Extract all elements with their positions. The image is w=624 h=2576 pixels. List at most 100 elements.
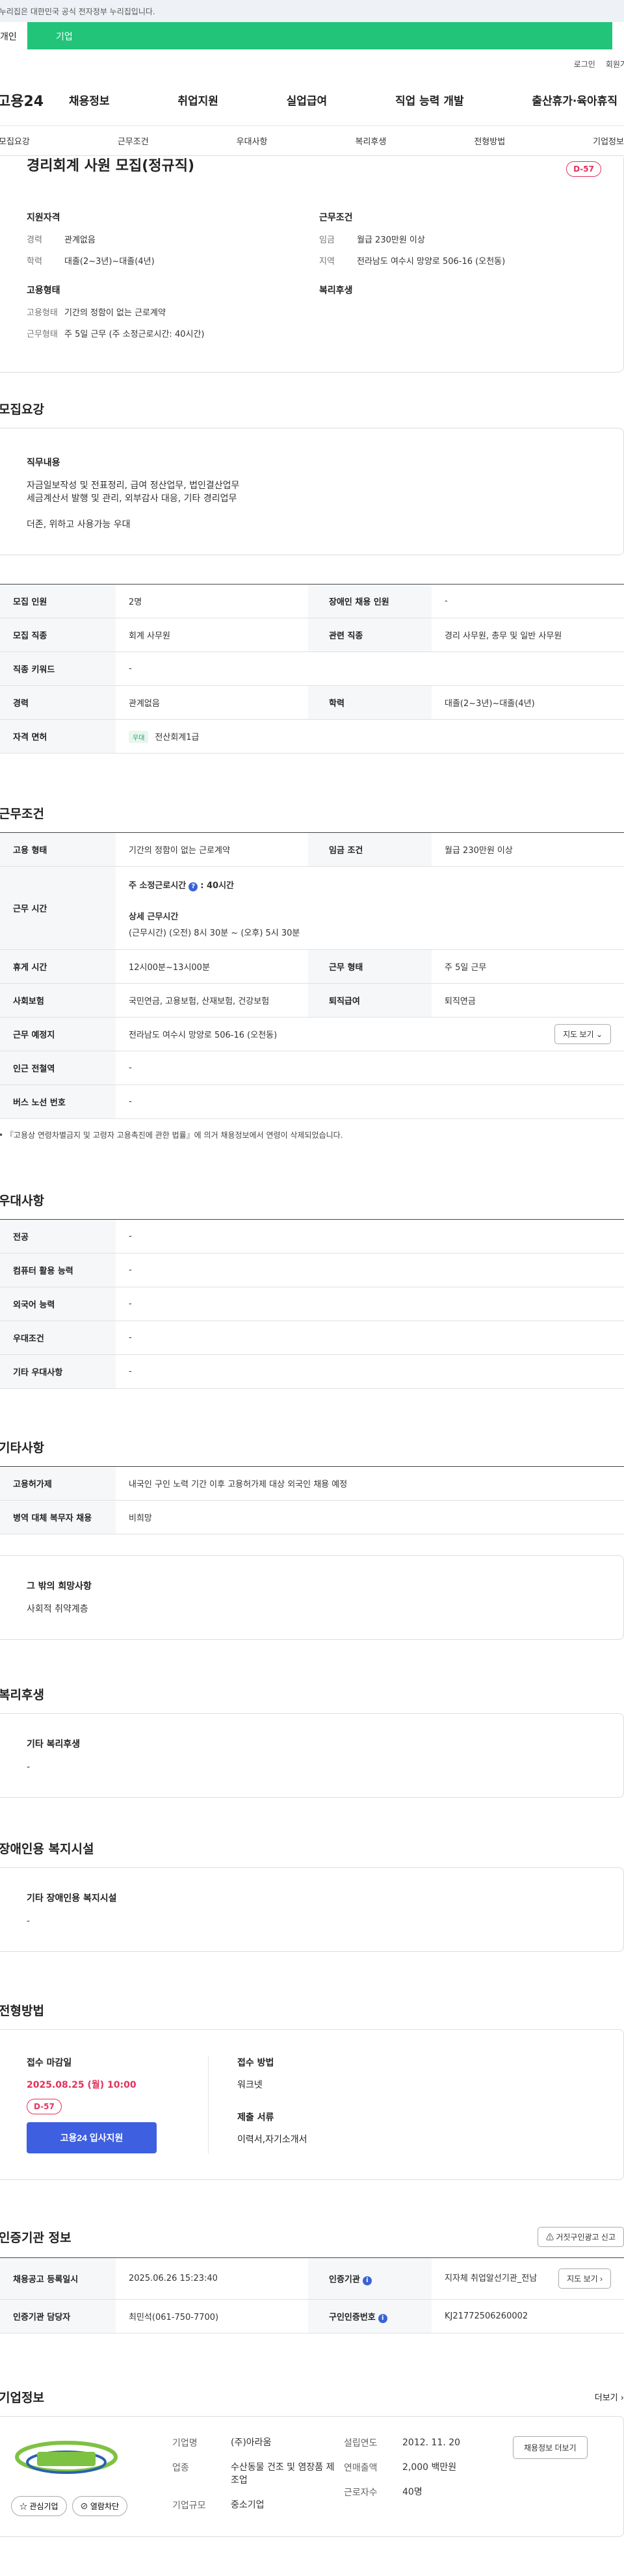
menu-jobs[interactable]: 채용정보 (69, 92, 110, 108)
subnav-welfare[interactable]: 복리후생 (355, 135, 386, 147)
weekly-hours-value: : 40시간 (200, 880, 234, 891)
other-wishes-text: 사회적 취약계층 (27, 1604, 88, 1614)
row-value: 2,000 백만원 (402, 2462, 457, 2473)
work-place-row: 전라남도 여수시 망양로 506-16 (오천동) 지도 보기 ⌄ (129, 1024, 624, 1044)
cell-value: - (116, 1084, 624, 1119)
cert-no-label: 구인인증번호 (329, 2312, 376, 2322)
menu-unemployment-benefit[interactable]: 실업급여 (287, 92, 328, 108)
section-title-recruit: 모집요강 (0, 402, 44, 417)
main-menu: 채용정보 취업지원 실업급여 직업 능력 개발 출산휴가·육아휴직 (69, 92, 624, 108)
block-view-button[interactable]: ⊘ 열람차단 (72, 2496, 128, 2516)
cell-header: 근무 예정지 (0, 1017, 116, 1051)
row-key: 업종 (172, 2463, 189, 2473)
cell-value: 12시00분~13시00분 (116, 949, 308, 984)
cell-header: 경력 (0, 685, 116, 720)
row-value: 월급 230만원 이상 (357, 235, 425, 245)
cell-value: KJ21772506260002 (432, 2299, 624, 2333)
welfare-text: - (27, 1762, 31, 1772)
cell-header: 근무 시간 (0, 866, 116, 950)
site-logo[interactable]: 고용24 (0, 90, 69, 111)
help-icon[interactable]: i (378, 2313, 387, 2323)
method-label: 접수 방법 (237, 2058, 274, 2068)
apply-button[interactable]: 고용24 입사지원 (27, 2122, 157, 2153)
detail-hours-value: (근무시간) (오전) 8시 30분 ~ (오후) 5시 30분 (129, 928, 300, 938)
cell-header: 인증기관 담당자 (0, 2299, 116, 2333)
help-icon[interactable]: ? (188, 882, 198, 891)
cell-header: 고용허가제 (0, 1466, 116, 1501)
row-value: 2012. 11. 20 (402, 2438, 461, 2448)
row-key: 고용형태 (27, 308, 58, 318)
report-fake-ad-button[interactable]: ⚠ 거짓구인광고 신고 (537, 2227, 624, 2247)
summary-row: 근무형태 주 5일 근무 (주 소정근로시간: 40시간) (27, 327, 319, 339)
cell-header: 기타 우대사항 (0, 1354, 116, 1389)
summary-row: 임금 월급 230만원 이상 (319, 233, 612, 245)
row-value: 전라남도 여수시 망양로 506-16 (오천동) (357, 257, 506, 267)
detail-hours-label: 상세 근무시간 (129, 912, 179, 922)
cell-value: - (116, 1219, 624, 1254)
menu-employment-support[interactable]: 취업지원 (177, 92, 218, 108)
apply-button-wrap: 고용24 입사지원 (27, 2122, 208, 2153)
summary-left: 지원자격 경력 관계없음 학력 대졸(2~3년)~대졸(4년) 고용형태 고용형태 기… (27, 211, 319, 356)
job-description-line: 세금계산서 발행 및 관리, 외부감사 대응, 기타 경리업무 (27, 493, 237, 504)
map-view-button[interactable]: 지도 보기 ⌄ (554, 1024, 611, 1044)
etc-table: 고용허가제 내국인 구인 노력 기간 이후 고용허가제 대상 외국인 채용 예정 … (0, 1466, 624, 1534)
row-key: 설립연도 (344, 2438, 378, 2449)
table-row: 우대조건 - (0, 1321, 624, 1355)
row-key: 기업규모 (172, 2501, 206, 2511)
chevron-right-icon: › (620, 2393, 624, 2403)
company-more-link[interactable]: 더보기 › (595, 2391, 624, 2403)
cert-map-button[interactable]: 지도 보기 › (558, 2268, 611, 2289)
table-row: 휴게 시간 12시00분~13시00분 근무 형태 주 5일 근무 (0, 949, 624, 984)
cell-header: 고용 형태 (0, 832, 116, 867)
help-icon[interactable]: i (362, 2276, 372, 2285)
welfare-heading: 기타 복리후생 (27, 1739, 81, 1750)
cert-org-cell: 지자체 취업알선기관_전남 지도 보기 › (432, 2257, 624, 2300)
section-title-cert: 인증기관 정보 (0, 2231, 72, 2245)
section-title-work: 근무조건 (0, 807, 44, 821)
subnav-selection[interactable]: 전형방법 (474, 135, 505, 147)
table-row: 인증기관 담당자 최민석(061-750-7700) 구인인증번호 i KJ217… (0, 2299, 624, 2333)
recruit-table: 모집 인원 2명 장애인 채용 인원 - 모집 직종 회계 사무원 관련 직종 … (0, 584, 624, 754)
menu-parental-leave[interactable]: 출산휴가·육아휴직 (532, 92, 618, 108)
subnav-recruit[interactable]: 모집요강 (0, 135, 30, 147)
tab-personal[interactable]: 개인 (0, 22, 27, 49)
map-view-label: 지도 보기 (563, 1030, 594, 1039)
user-tabs: 개인 기업 (0, 22, 624, 49)
cell-value: 2명 (116, 584, 308, 618)
docs-label: 제출 서류 (237, 2112, 274, 2123)
cell-header: 모집 인원 (0, 584, 116, 618)
cell-value: - (116, 1321, 624, 1355)
row-key: 연매출액 (344, 2463, 378, 2473)
job-description-line (27, 505, 590, 518)
signup-link[interactable]: 회원가입 (606, 59, 624, 74)
company-row: 기업규모 중소기업 (172, 2499, 341, 2512)
company-buttons: ☆ 관심기업 ⊘ 열람차단 (11, 2496, 128, 2516)
login-link[interactable]: 로그인 (574, 59, 595, 74)
cell-value: 회계 사무원 (116, 618, 308, 652)
subnav-conditions[interactable]: 근무조건 (118, 135, 149, 147)
interest-company-button[interactable]: ☆ 관심기업 (11, 2496, 67, 2516)
cell-header: 외국어 능력 (0, 1287, 116, 1321)
table-row: 버스 노선 번호 - (0, 1084, 624, 1119)
subnav-preference[interactable]: 우대사항 (237, 135, 268, 147)
row-key: 학력 (27, 257, 42, 267)
table-row: 외국어 능력 - (0, 1287, 624, 1321)
subnav-company[interactable]: 기업정보 (593, 135, 624, 147)
cell-header: 컴퓨터 활용 능력 (0, 1253, 116, 1287)
cell-header: 자격 면허 (0, 719, 116, 754)
row-value: 주 5일 근무 (주 소정근로시간: 40시간) (64, 330, 205, 339)
preferred-tag: 우대 (129, 730, 149, 743)
hiring-info-button[interactable]: 채용정보 더보기 (513, 2436, 588, 2459)
summary-grid: 지원자격 경력 관계없음 학력 대졸(2~3년)~대졸(4년) 고용형태 고용형태 기… (0, 183, 623, 356)
tab-company[interactable]: 기업 (27, 22, 612, 49)
cell-value: - (116, 1051, 624, 1085)
menu-vocational-training[interactable]: 직업 능력 개발 (395, 92, 464, 108)
cell-value: - (116, 1287, 624, 1321)
table-row: 모집 인원 2명 장애인 채용 인원 - (0, 584, 624, 618)
cell-header: 모집 직종 (0, 618, 116, 652)
cell-value: - (116, 1354, 624, 1389)
